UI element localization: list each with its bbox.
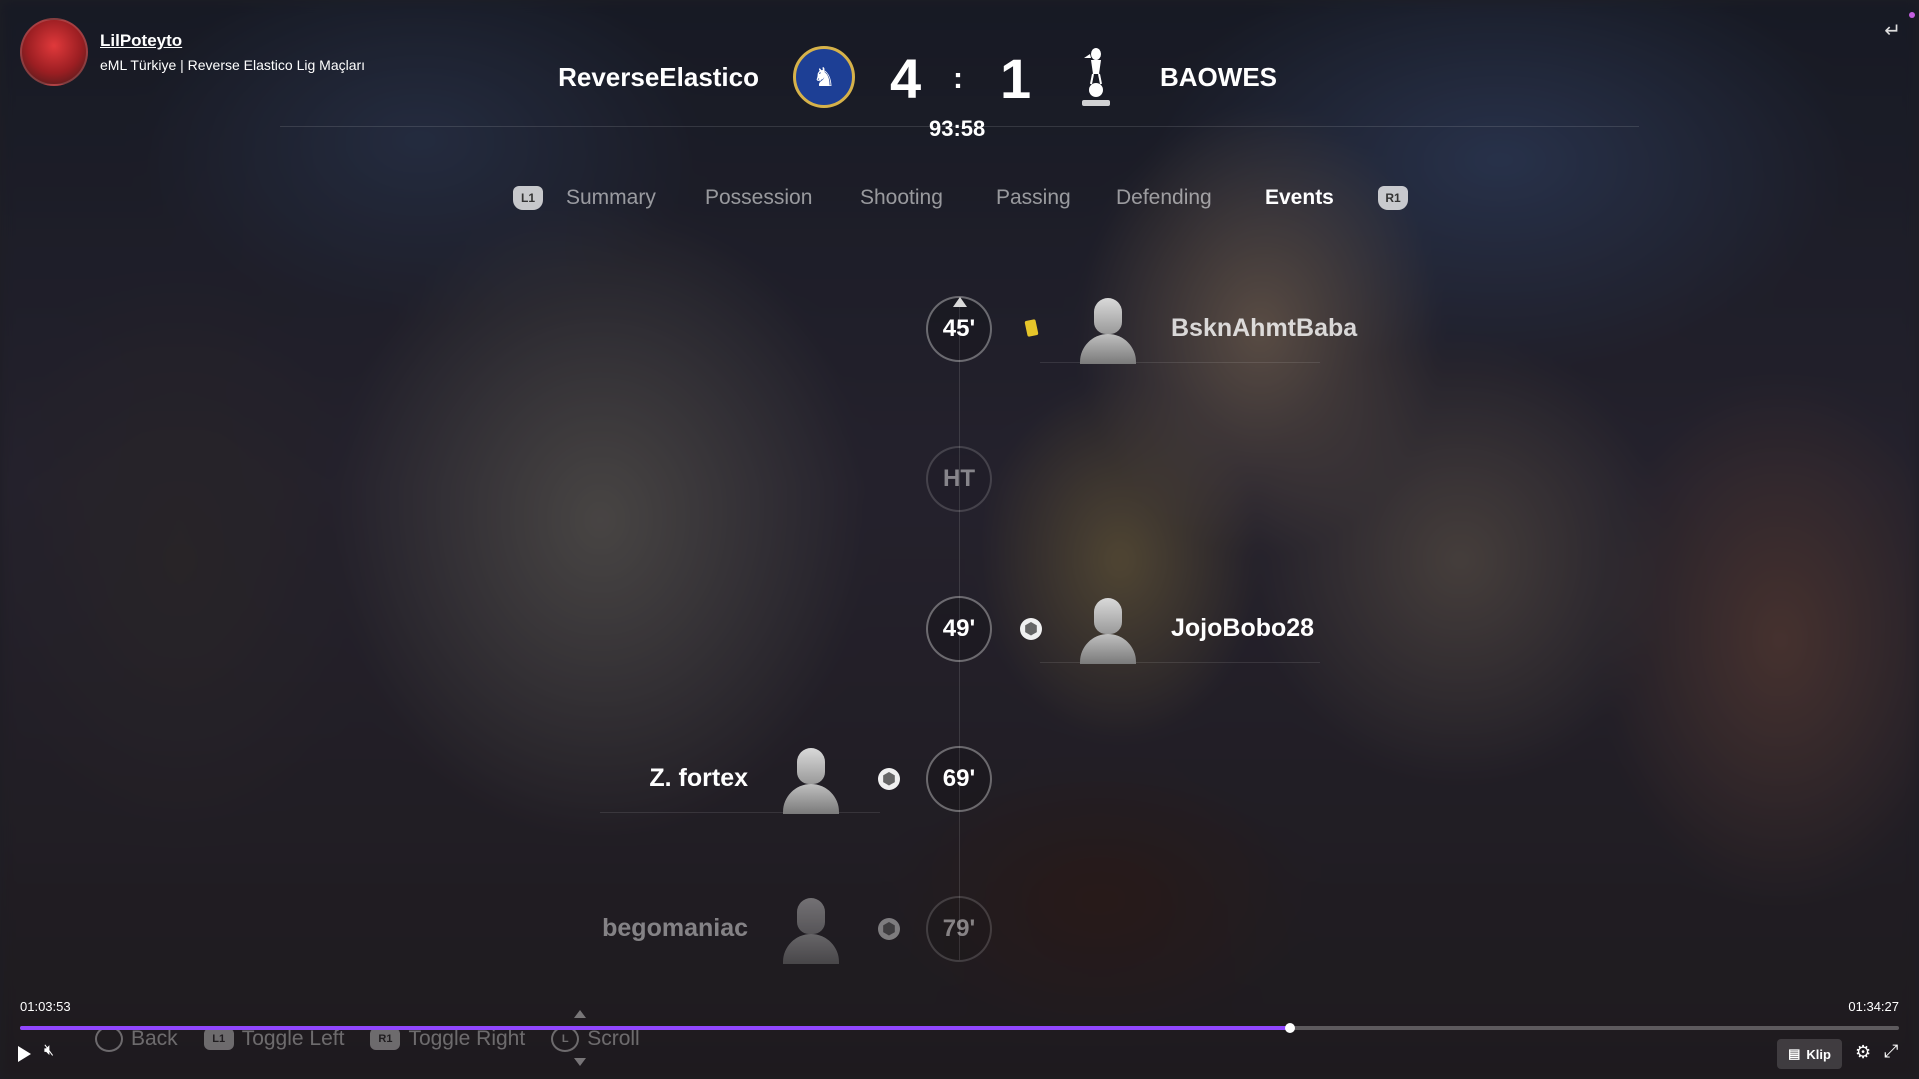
- l1-bumper-icon[interactable]: L1: [513, 186, 543, 210]
- away-score: 1: [1000, 47, 1032, 110]
- scroll-hint-up-arrow-icon: [574, 1010, 586, 1018]
- player-silhouette-icon: [781, 898, 841, 964]
- player-silhouette-icon: [781, 748, 841, 814]
- tab-shooting[interactable]: Shooting: [860, 186, 943, 210]
- goal-ball-icon: ⬢: [878, 768, 900, 790]
- seek-bar-progress: [20, 1026, 1291, 1030]
- tab-summary[interactable]: Summary: [566, 186, 656, 210]
- notification-dot: [1909, 12, 1915, 18]
- stats-tabs: L1 Summary Possession Shooting Passing D…: [0, 186, 1919, 216]
- home-score: 4: [890, 47, 922, 110]
- event-player-name: Z. fortex: [649, 764, 748, 792]
- clapperboard-icon: ▤: [1788, 1046, 1801, 1061]
- l1-button-icon: L1: [203, 1028, 234, 1050]
- chelsea-crest-icon: ♞: [793, 46, 855, 108]
- tab-passing[interactable]: Passing: [996, 186, 1071, 210]
- muted-volume-icon[interactable]: 🔇︎: [44, 1042, 54, 1060]
- event-player-name: BsknAhmtBaba: [1171, 314, 1358, 342]
- half-time-marker: HT: [926, 446, 992, 512]
- scoreboard: ReverseElastico ♞ 4 : 1 BAOWES 93:58: [0, 40, 1919, 141]
- current-time: 01:03:53: [20, 999, 71, 1014]
- goal-ball-icon: ⬢: [1020, 618, 1042, 640]
- event-minute: 69': [926, 746, 992, 812]
- play-button-icon[interactable]: [18, 1046, 31, 1062]
- hint-scroll-label: Scroll: [587, 1027, 640, 1050]
- r1-bumper-icon[interactable]: R1: [1378, 186, 1408, 210]
- hint-toggle-left: L1 Toggle Left: [203, 1027, 345, 1051]
- hint-toggle-left-label: Toggle Left: [241, 1027, 345, 1050]
- goal-ball-icon: ⬢: [878, 918, 900, 940]
- scoreboard-divider: [280, 126, 1639, 127]
- hint-toggle-right-label: Toggle Right: [408, 1027, 526, 1050]
- player-silhouette-icon: [1078, 598, 1138, 664]
- hint-back-label: Back: [131, 1027, 178, 1050]
- tab-possession[interactable]: Possession: [705, 186, 812, 210]
- clip-button-label: Klip: [1806, 1046, 1831, 1062]
- event-minute: 79': [926, 896, 992, 962]
- seek-bar[interactable]: [20, 1023, 1899, 1033]
- tab-events[interactable]: Events: [1265, 186, 1334, 210]
- event-minute: 45': [926, 296, 992, 362]
- player-silhouette-icon: [1078, 298, 1138, 364]
- home-team-name: ReverseElastico: [558, 62, 759, 92]
- exit-fullscreen-icon[interactable]: ⤢: [1884, 1041, 1898, 1062]
- tottenham-crest-icon: [1075, 44, 1117, 110]
- hint-toggle-right: R1 Toggle Right: [370, 1027, 525, 1051]
- event-player-name: JojoBobo28: [1171, 614, 1315, 642]
- total-time: 01:34:27: [1848, 999, 1899, 1014]
- clip-button[interactable]: ▤ Klip: [1777, 1039, 1842, 1069]
- match-clock: 93:58: [929, 116, 986, 141]
- tab-defending[interactable]: Defending: [1116, 186, 1212, 210]
- event-player-name: begomaniac: [602, 914, 748, 942]
- scroll-hint-down-arrow-icon: [574, 1058, 586, 1066]
- away-team-name: BAOWES: [1160, 62, 1277, 92]
- r1-button-icon: R1: [370, 1028, 401, 1050]
- gear-icon[interactable]: ⚙: [1855, 1042, 1871, 1063]
- event-minute: 49': [926, 596, 992, 662]
- score-separator: :: [953, 62, 963, 95]
